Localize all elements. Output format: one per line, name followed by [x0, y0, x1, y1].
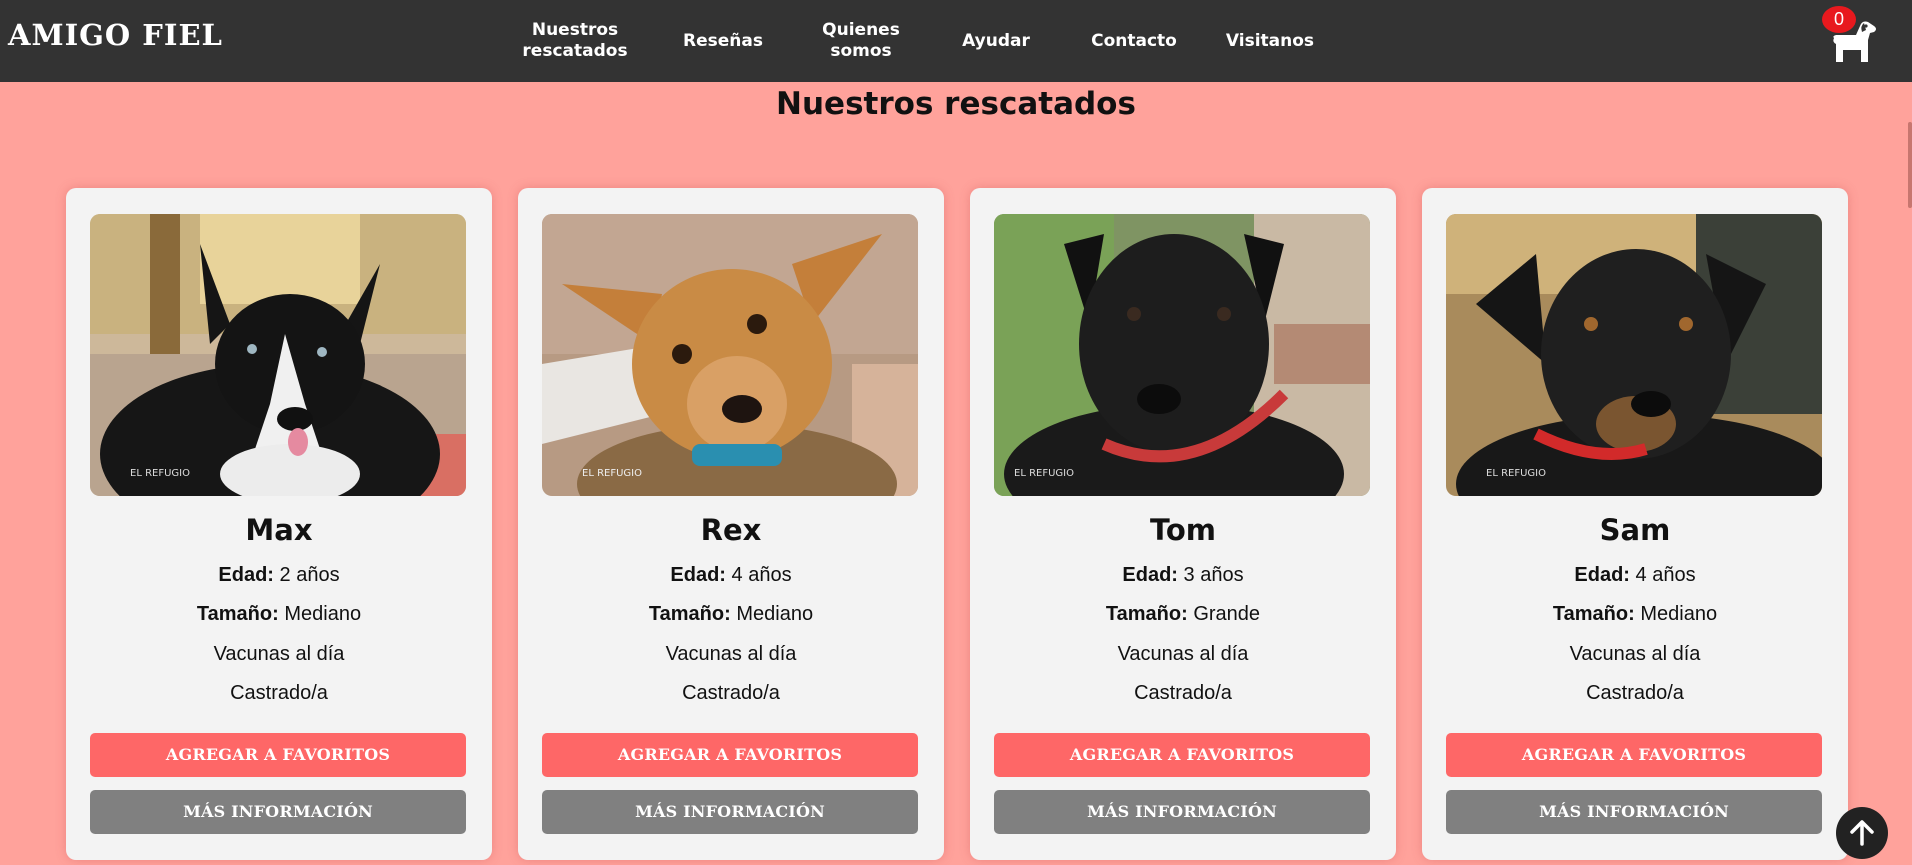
- size-label: Tamaño:: [648, 603, 731, 625]
- size-value: Mediano: [736, 603, 814, 625]
- pet-vaccines: Vacunas al día: [665, 643, 797, 665]
- svg-text:EL REFUGIO: EL REFUGIO: [582, 468, 642, 479]
- age-label: Edad:: [1574, 564, 1630, 586]
- add-favorite-button[interactable]: AGREGAR A FAVORITOS: [1446, 733, 1822, 777]
- pet-size: Tamaño: Mediano: [1422, 603, 1848, 626]
- pet-card-tom: EL REFUGIO Tom Edad: 3 años Tamaño: Gran…: [970, 188, 1396, 860]
- nav-link-ayudar[interactable]: Ayudar: [926, 31, 1066, 52]
- pet-vaccines: Vacunas al día: [1117, 643, 1249, 665]
- more-info-button[interactable]: MÁS INFORMACIÓN: [542, 790, 918, 834]
- tan-dog-photo: EL REFUGIO: [542, 214, 918, 496]
- age-value: 2 años: [279, 564, 340, 586]
- pet-neutered: Castrado/a: [1134, 682, 1232, 704]
- cart-count-badge: 0: [1822, 6, 1856, 33]
- pet-neutered: Castrado/a: [1586, 682, 1684, 704]
- age-value: 3 años: [1183, 564, 1244, 586]
- pet-age: Edad: 4 años: [518, 564, 944, 587]
- nav-links: Nuestros rescatados Reseñas Quienes somo…: [500, 0, 1338, 82]
- top-navbar: AMIGO FIEL Nuestros rescatados Reseñas Q…: [0, 0, 1912, 82]
- age-label: Edad:: [1122, 564, 1178, 586]
- page-title: Nuestros rescatados: [776, 86, 1136, 122]
- nav-link-resenas[interactable]: Reseñas: [650, 31, 796, 52]
- size-value: Grande: [1193, 603, 1261, 625]
- size-value: Mediano: [284, 603, 362, 625]
- more-info-button[interactable]: MÁS INFORMACIÓN: [1446, 790, 1822, 834]
- add-favorite-button[interactable]: AGREGAR A FAVORITOS: [542, 733, 918, 777]
- svg-text:EL REFUGIO: EL REFUGIO: [1486, 468, 1546, 479]
- pet-age: Edad: 2 años: [66, 564, 492, 587]
- pet-name: Rex: [700, 513, 762, 547]
- black-tan-dog-photo: EL REFUGIO: [1446, 214, 1822, 496]
- size-label: Tamaño:: [1552, 603, 1635, 625]
- cart-button[interactable]: 0: [1818, 6, 1884, 62]
- nav-link-rescatados[interactable]: Nuestros rescatados: [500, 20, 650, 62]
- pet-vaccines: Vacunas al día: [213, 643, 345, 665]
- pet-vaccines: Vacunas al día: [1569, 643, 1701, 665]
- pet-age: Edad: 3 años: [970, 564, 1396, 587]
- black-dog-photo: EL REFUGIO: [994, 214, 1370, 496]
- add-favorite-button[interactable]: AGREGAR A FAVORITOS: [994, 733, 1370, 777]
- pet-name: Sam: [1599, 513, 1671, 547]
- site-logo[interactable]: AMIGO FIEL: [8, 18, 223, 52]
- scroll-to-top-button[interactable]: [1836, 807, 1888, 859]
- pet-card-rex: EL REFUGIO Rex Edad: 4 años Tamaño: Medi…: [518, 188, 944, 860]
- more-info-button[interactable]: MÁS INFORMACIÓN: [90, 790, 466, 834]
- age-value: 4 años: [1635, 564, 1696, 586]
- pet-name: Max: [245, 513, 313, 547]
- scrollbar-thumb[interactable]: [1908, 122, 1912, 208]
- pet-neutered: Castrado/a: [682, 682, 780, 704]
- nav-link-quienes-somos[interactable]: Quienes somos: [796, 20, 926, 62]
- pet-age: Edad: 4 años: [1422, 564, 1848, 587]
- pet-neutered: Castrado/a: [230, 682, 328, 704]
- add-favorite-button[interactable]: AGREGAR A FAVORITOS: [90, 733, 466, 777]
- size-label: Tamaño:: [196, 603, 279, 625]
- more-info-button[interactable]: MÁS INFORMACIÓN: [994, 790, 1370, 834]
- age-label: Edad:: [218, 564, 274, 586]
- pet-card-sam: EL REFUGIO Sam Edad: 4 años Tamaño: Medi…: [1422, 188, 1848, 860]
- pet-card-max: EL REFUGIO Max Edad: 2 años Tamaño: Medi…: [66, 188, 492, 860]
- pet-name: Tom: [1149, 513, 1217, 547]
- nav-link-visitanos[interactable]: Visitanos: [1202, 31, 1338, 52]
- svg-text:EL REFUGIO: EL REFUGIO: [130, 468, 190, 479]
- age-label: Edad:: [670, 564, 726, 586]
- pet-size: Tamaño: Mediano: [66, 603, 492, 626]
- age-value: 4 años: [731, 564, 792, 586]
- pet-size: Tamaño: Grande: [970, 603, 1396, 626]
- black-white-dog-photo: EL REFUGIO: [90, 214, 466, 496]
- pet-size: Tamaño: Mediano: [518, 603, 944, 626]
- nav-link-contacto[interactable]: Contacto: [1066, 31, 1202, 52]
- size-value: Mediano: [1640, 603, 1718, 625]
- size-label: Tamaño:: [1105, 603, 1188, 625]
- svg-text:EL REFUGIO: EL REFUGIO: [1014, 468, 1074, 479]
- arrow-up-icon: [1850, 820, 1874, 846]
